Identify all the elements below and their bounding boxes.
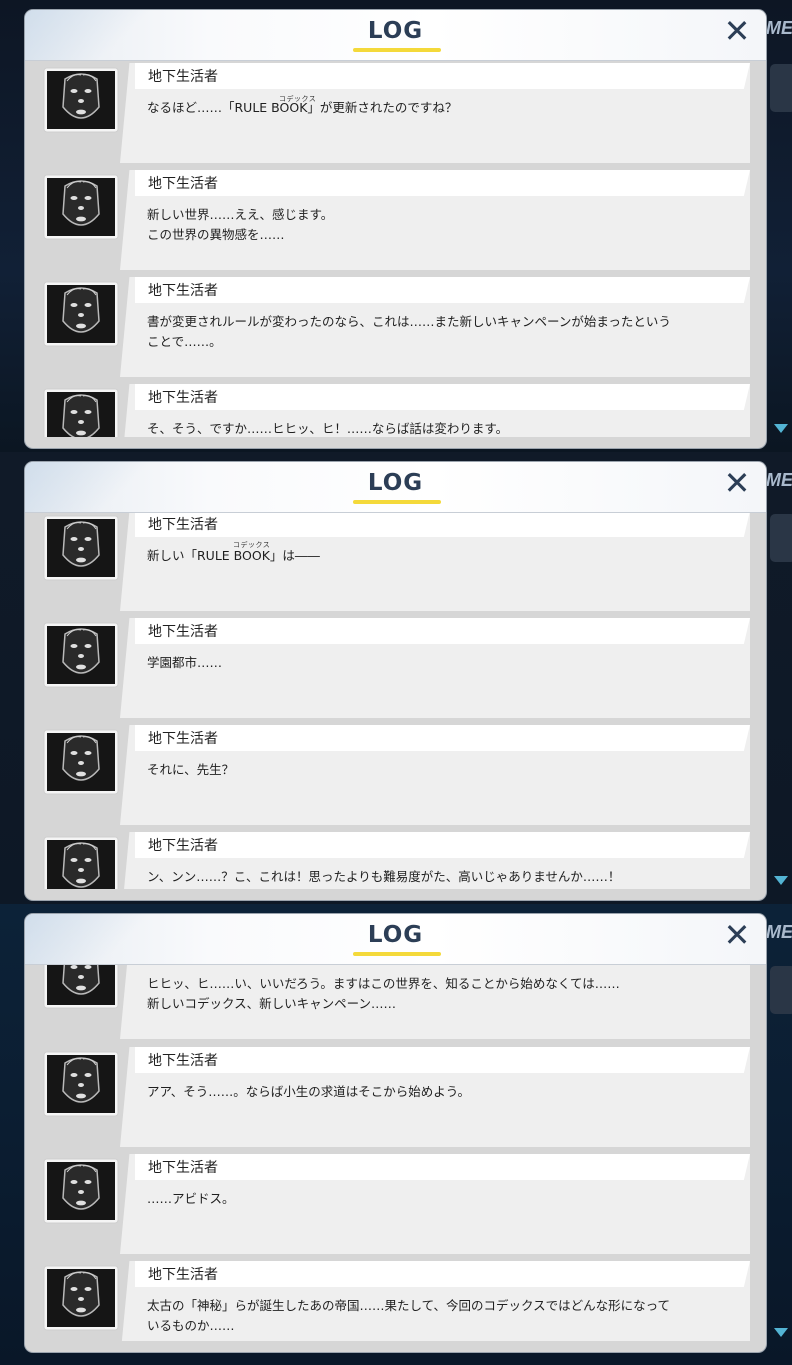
log-entry: ヒヒッ、ヒ……い、いいだろう。ますはこの世界を、知ることから始めなくては…… 新… <box>25 965 766 1039</box>
close-icon[interactable]: ✕ <box>722 919 752 951</box>
title-underline <box>353 500 441 504</box>
speaker-name: 地下生活者 <box>148 624 218 640</box>
speaker-avatar <box>43 1051 119 1117</box>
message-text: そ、そう、ですか……ヒヒッ、ヒ！……ならば話は変わります。 <box>147 421 509 436</box>
speaker-name: 地下生活者 <box>148 1267 218 1283</box>
speaker-avatar <box>43 515 119 581</box>
speaker-avatar <box>43 174 119 240</box>
speaker-name: 地下生活者 <box>148 1160 218 1176</box>
message-text: 太古の「神秘」らが誕生したあの帝国……果たして、今回のコデックスではどんな形にな… <box>147 1298 671 1333</box>
log-entry: 地下生活者 学園都市…… <box>25 618 766 718</box>
speaker-bar <box>135 170 750 196</box>
speaker-avatar <box>43 67 119 133</box>
speaker-avatar <box>43 836 119 889</box>
message-text: なるほど……「RULE BOOK」が更新されたのですね？ <box>147 100 458 115</box>
title-underline <box>353 48 441 52</box>
side-menu-button[interactable] <box>770 514 792 562</box>
log-title: LOG <box>367 18 424 44</box>
log-header: LOG ✕ <box>25 914 766 965</box>
speaker-bar <box>135 277 750 303</box>
message-text: ン、ンン……？こ、これは！思ったよりも難易度がた、高いじゃありませんか……！ <box>147 869 621 884</box>
log-entry: 地下生活者 アア、そう……。ならば小生の求道はそこから始めよう。 <box>25 1047 766 1147</box>
log-title: LOG <box>367 922 424 948</box>
log-header: LOG ✕ <box>25 462 766 513</box>
log-panel: LOG ✕ ヒヒッ、ヒ……い、いいだろう。ますはこの世界を、知ることから始めなく… <box>25 914 766 1352</box>
message-text: 書が変更されルールが変わったのなら、これは……また新しいキャンペーンが始まったと… <box>147 314 671 349</box>
speaker-name: 地下生活者 <box>148 176 218 192</box>
log-panel: LOG ✕ 地下生活者 コデックス 新しい「RULE BOOK」は―― 地下生活… <box>25 462 766 900</box>
log-title: LOG <box>367 470 424 496</box>
speaker-name: 地下生活者 <box>148 283 218 299</box>
scroll-down-icon[interactable] <box>774 424 788 433</box>
speaker-avatar <box>43 965 119 1009</box>
log-list[interactable]: 地下生活者 コデックス なるほど……「RULE BOOK」が更新されたのですね？… <box>25 61 766 437</box>
log-entry: 地下生活者 ……アビドス。 <box>25 1154 766 1254</box>
speaker-bar <box>135 63 750 89</box>
speaker-name: 地下生活者 <box>148 1053 218 1069</box>
speaker-name: 地下生活者 <box>148 390 218 406</box>
log-entry: 地下生活者 コデックス 新しい「RULE BOOK」は―― <box>25 513 766 611</box>
log-entry: 地下生活者 コデックス なるほど……「RULE BOOK」が更新されたのですね？ <box>25 63 766 163</box>
side-menu-tab[interactable]: ME <box>766 922 792 952</box>
speaker-bar <box>135 1154 750 1180</box>
scroll-down-icon[interactable] <box>774 876 788 885</box>
side-menu-button[interactable] <box>770 966 792 1014</box>
message-text: アア、そう……。ならば小生の求道はそこから始めよう。 <box>147 1084 471 1099</box>
speaker-avatar <box>43 729 119 795</box>
side-menu-button[interactable] <box>770 64 792 112</box>
side-menu-tab[interactable]: ME <box>766 470 792 500</box>
message-text: ヒヒッ、ヒ……い、いいだろう。ますはこの世界を、知ることから始めなくては…… 新… <box>147 976 620 1011</box>
speaker-name: 地下生活者 <box>148 69 218 85</box>
log-entry: 地下生活者 太古の「神秘」らが誕生したあの帝国……果たして、今回のコデックスでは… <box>25 1261 766 1341</box>
message-text: 学園都市…… <box>147 655 223 670</box>
scroll-down-icon[interactable] <box>774 1328 788 1337</box>
speaker-avatar <box>43 1158 119 1224</box>
log-entry: 地下生活者 書が変更されルールが変わったのなら、これは……また新しいキャンペーン… <box>25 277 766 377</box>
speaker-bar <box>135 832 750 858</box>
speaker-avatar <box>43 388 119 437</box>
log-entry: 地下生活者 それに、先生？ <box>25 725 766 825</box>
log-entry: 地下生活者 ン、ンン……？こ、これは！思ったよりも難易度がた、高いじゃありません… <box>25 832 766 889</box>
speaker-bar <box>135 1047 750 1073</box>
speaker-bar <box>135 384 750 410</box>
message-text: 新しい「RULE BOOK」は―― <box>147 548 320 563</box>
speaker-name: 地下生活者 <box>148 517 218 533</box>
log-list[interactable]: ヒヒッ、ヒ……い、いいだろう。ますはこの世界を、知ることから始めなくては…… 新… <box>25 965 766 1341</box>
close-icon[interactable]: ✕ <box>722 467 752 499</box>
message-text: それに、先生？ <box>147 762 235 777</box>
message-text: 新しい世界……ええ、感じます。 この世界の異物感を…… <box>147 207 334 242</box>
speaker-avatar <box>43 1265 119 1331</box>
title-underline <box>353 952 441 956</box>
close-icon[interactable]: ✕ <box>722 15 752 47</box>
speaker-avatar <box>43 281 119 347</box>
speaker-name: 地下生活者 <box>148 838 218 854</box>
message-text: ……アビドス。 <box>147 1191 235 1206</box>
speaker-bar <box>135 618 750 644</box>
speaker-bar <box>135 513 750 537</box>
side-menu-tab[interactable]: ME <box>766 18 792 48</box>
speaker-bar <box>135 1261 750 1287</box>
log-entry: 地下生活者 新しい世界……ええ、感じます。 この世界の異物感を…… <box>25 170 766 270</box>
speaker-bar <box>135 725 750 751</box>
speaker-name: 地下生活者 <box>148 731 218 747</box>
log-entry: 地下生活者 そ、そう、ですか……ヒヒッ、ヒ！……ならば話は変わります。 <box>25 384 766 437</box>
speaker-avatar <box>43 622 119 688</box>
log-header: LOG ✕ <box>25 10 766 61</box>
log-panel: LOG ✕ 地下生活者 コデックス なるほど……「RULE BOOK」が更新され… <box>25 10 766 448</box>
log-list[interactable]: 地下生活者 コデックス 新しい「RULE BOOK」は―― 地下生活者 学園都市… <box>25 513 766 889</box>
